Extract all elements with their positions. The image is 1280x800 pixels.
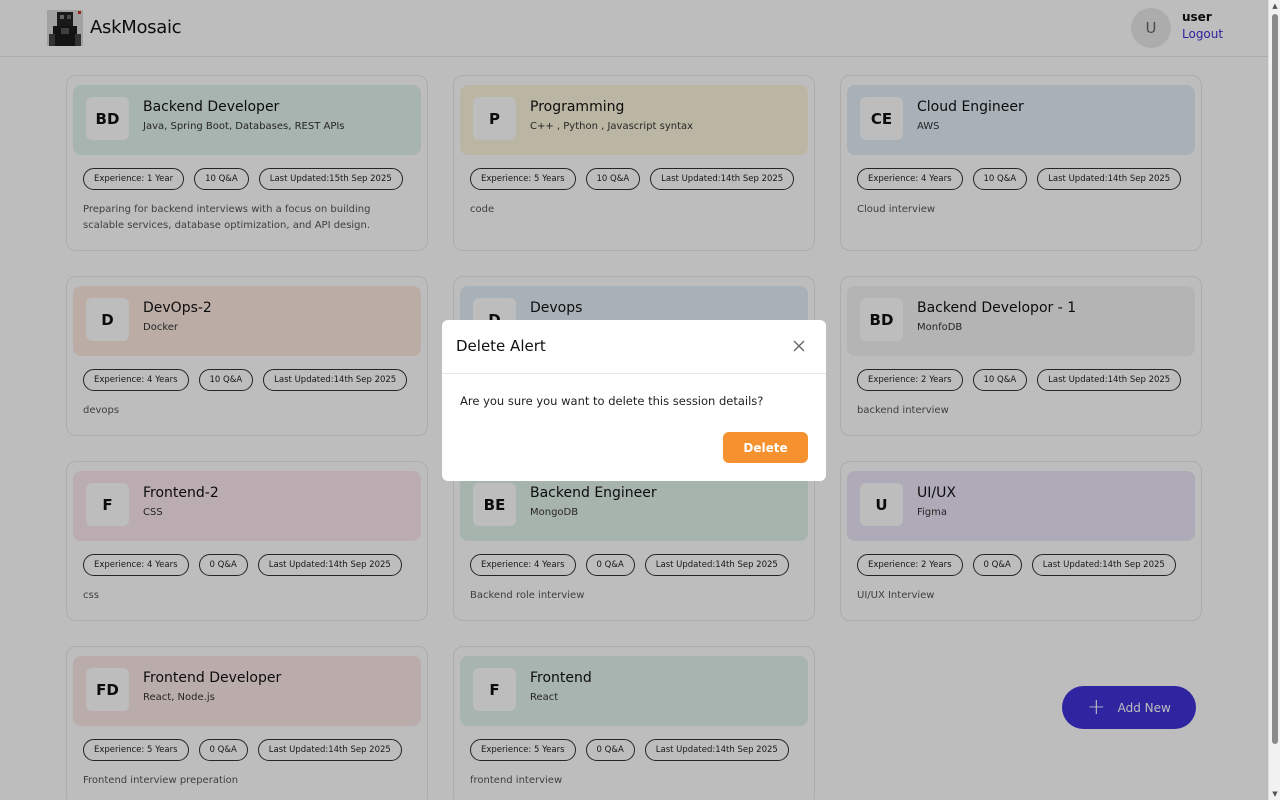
dialog-title: Delete Alert [456,337,546,355]
dialog-divider [442,373,826,374]
scrollbar-thumb[interactable] [1272,14,1278,744]
scroll-up-arrow-icon[interactable]: ▲ [1271,2,1279,10]
delete-alert-dialog: Delete Alert Are you sure you want to de… [442,320,826,481]
scroll-down-arrow-icon[interactable]: ▼ [1271,790,1279,798]
close-icon[interactable] [791,338,807,354]
dialog-message: Are you sure you want to delete this ses… [460,394,764,408]
delete-button[interactable]: Delete [723,432,808,463]
page-scrollbar[interactable]: ▲ ▼ [1268,0,1280,800]
